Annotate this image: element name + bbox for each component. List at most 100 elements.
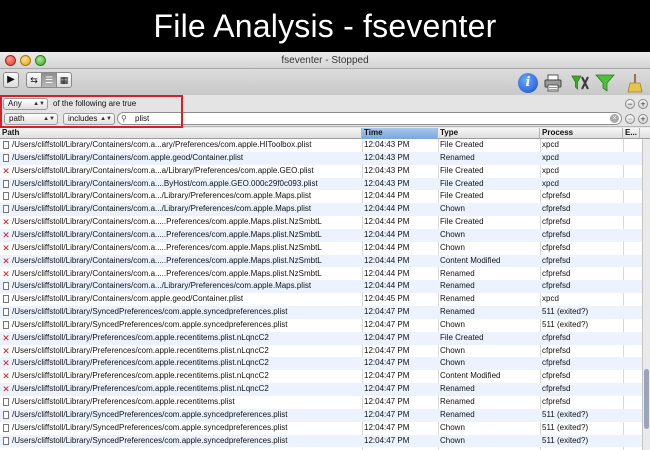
row-process: 511 (exited?) (542, 422, 589, 432)
add-rule-button[interactable]: + (638, 114, 648, 124)
criteria-field-popup[interactable]: path ▲▼ (4, 113, 58, 125)
column-header-process[interactable]: Process (540, 128, 623, 139)
table-row[interactable]: /Users/cliffstoll/Library/SyncedPreferen… (0, 422, 642, 435)
row-process: cfprefsd (542, 229, 571, 239)
table-row[interactable]: ✕/Users/cliffstoll/Library/Containers/co… (0, 254, 642, 268)
row-process: 511 (exited?) (542, 409, 589, 419)
row-type: Renamed (440, 152, 475, 162)
table-row[interactable]: /Users/cliffstoll/Library/SyncedPreferen… (0, 319, 642, 332)
deleted-x-icon: ✕ (2, 345, 10, 356)
add-rule-group-button[interactable]: + (638, 99, 648, 109)
view-mode-grid-button[interactable]: ▦ (57, 73, 71, 87)
deleted-x-icon: ✕ (2, 242, 10, 253)
row-process: cfprefsd (542, 242, 571, 252)
row-path: /Users/cliffstoll/Library/Containers/com… (12, 268, 322, 278)
table-row[interactable]: ✕/Users/cliffstoll/Library/Preferences/c… (0, 345, 642, 358)
row-process: cfprefsd (542, 397, 571, 406)
column-header-time[interactable]: Time (362, 128, 438, 139)
remove-rule-button[interactable]: − (625, 114, 635, 124)
deleted-x-icon: ✕ (2, 217, 10, 228)
view-mode-list-button[interactable]: ☰ (42, 73, 57, 87)
scrollbar-thumb[interactable] (644, 369, 649, 429)
row-process: cfprefsd (542, 345, 571, 355)
table-row[interactable]: /Users/cliffstoll/Library/Containers/com… (0, 139, 642, 152)
row-process: xpcd (542, 140, 559, 149)
row-type: Renamed (440, 294, 475, 304)
funnel-icon[interactable] (595, 73, 615, 93)
table-row[interactable]: /Users/cliffstoll/Library/Containers/com… (0, 293, 642, 306)
row-path: /Users/cliffstoll/Library/Containers/com… (12, 217, 322, 227)
clear-search-icon[interactable]: × (610, 114, 619, 123)
row-type: File Created (440, 332, 484, 342)
row-time: 12:04:44 PM (364, 191, 410, 201)
criteria-operator-popup[interactable]: includes ▲▼ (63, 113, 115, 125)
search-icon: ⚲ (121, 114, 127, 123)
row-type: Renamed (440, 281, 475, 291)
column-header-type[interactable]: Type (438, 128, 540, 139)
info-icon[interactable]: i (518, 73, 538, 93)
table-row[interactable]: ✕/Users/cliffstoll/Library/Containers/co… (0, 228, 642, 242)
row-type: File Created (440, 140, 484, 149)
table-row[interactable]: /Users/cliffstoll/Library/Containers/com… (0, 177, 642, 191)
row-process: cfprefsd (542, 281, 571, 291)
table-row[interactable]: /Users/cliffstoll/Library/Containers/com… (0, 190, 642, 203)
row-path: /Users/cliffstoll/Library/Containers/com… (12, 140, 312, 149)
table-row[interactable]: /Users/cliffstoll/Library/SyncedPreferen… (0, 306, 642, 319)
view-mode-split-button[interactable]: ⇆ (27, 73, 42, 87)
row-process: cfprefsd (542, 332, 571, 342)
table-row[interactable]: ✕/Users/cliffstoll/Library/Preferences/c… (0, 357, 642, 371)
row-time: 12:04:47 PM (364, 319, 410, 329)
row-time: 12:04:44 PM (364, 281, 410, 291)
row-path: /Users/cliffstoll/Library/Containers/com… (12, 204, 312, 214)
row-path: /Users/cliffstoll/Library/Containers/com… (12, 229, 322, 239)
app-window: fseventer - Stopped ▶ ⇆ ☰ ▦ i Any ▲▼ of … (0, 52, 650, 450)
row-type: Chown (440, 229, 465, 239)
popup-arrows-icon: ▲▼ (100, 116, 112, 122)
row-type: Renamed (440, 384, 475, 394)
table-row[interactable]: ✕/Users/cliffstoll/Library/Containers/co… (0, 242, 642, 255)
table-row[interactable]: ✕/Users/cliffstoll/Library/Containers/co… (0, 268, 642, 281)
row-type: Chown (440, 204, 465, 214)
row-path: /Users/cliffstoll/Library/Preferences/co… (12, 345, 269, 355)
remove-rule-group-button[interactable]: − (625, 99, 635, 109)
table-row[interactable]: /Users/cliffstoll/Library/Containers/com… (0, 151, 642, 165)
event-table: /Users/cliffstoll/Library/Containers/com… (0, 139, 642, 450)
row-time: 12:04:44 PM (364, 242, 410, 252)
filter-icon[interactable] (570, 73, 590, 93)
deleted-x-icon: ✕ (2, 268, 10, 279)
row-time: 12:04:45 PM (364, 294, 410, 304)
search-input[interactable]: ⚲ plist × (117, 112, 622, 125)
row-time: 12:04:43 PM (364, 152, 410, 162)
table-row[interactable]: /Users/cliffstoll/Library/Containers/com… (0, 280, 642, 294)
table-row[interactable]: ✕/Users/cliffstoll/Library/Preferences/c… (0, 370, 642, 383)
row-process: 511 (exited?) (542, 307, 589, 317)
table-row[interactable]: /Users/cliffstoll/Library/Preferences/co… (0, 396, 642, 409)
row-type: Chown (440, 242, 465, 252)
table-row[interactable]: ✕/Users/cliffstoll/Library/Preferences/c… (0, 331, 642, 345)
row-process: cfprefsd (542, 204, 571, 214)
criteria-field-value: path (9, 114, 25, 123)
row-time: 12:04:47 PM (364, 332, 410, 342)
play-button[interactable]: ▶ (3, 72, 19, 88)
match-mode-popup[interactable]: Any ▲▼ (3, 98, 48, 110)
table-row[interactable]: /Users/cliffstoll/Library/Containers/com… (0, 203, 642, 217)
vertical-scrollbar[interactable] (642, 139, 650, 450)
row-process: cfprefsd (542, 371, 571, 381)
printer-icon[interactable] (543, 73, 563, 93)
column-header-path[interactable]: Path (0, 128, 362, 139)
table-row[interactable]: /Users/cliffstoll/Library/SyncedPreferen… (0, 408, 642, 422)
table-row[interactable]: ✕/Users/cliffstoll/Library/Containers/co… (0, 216, 642, 229)
row-time: 12:04:47 PM (364, 307, 410, 317)
row-type: File Created (440, 191, 484, 201)
table-row[interactable]: /Users/cliffstoll/Library/SyncedPreferen… (0, 434, 642, 448)
row-process: cfprefsd (542, 217, 571, 227)
deleted-x-icon: ✕ (2, 371, 10, 382)
row-time: 12:04:47 PM (364, 397, 410, 406)
table-row[interactable]: ✕/Users/cliffstoll/Library/Preferences/c… (0, 383, 642, 396)
row-path: /Users/cliffstoll/Library/SyncedPreferen… (12, 422, 288, 432)
deleted-x-icon: ✕ (2, 332, 10, 343)
row-path: /Users/cliffstoll/Library/Containers/com… (12, 165, 314, 175)
table-row[interactable]: ✕/Users/cliffstoll/Library/Containers/co… (0, 165, 642, 178)
broom-icon[interactable] (625, 73, 645, 93)
column-header-extra[interactable]: E... (623, 128, 640, 139)
